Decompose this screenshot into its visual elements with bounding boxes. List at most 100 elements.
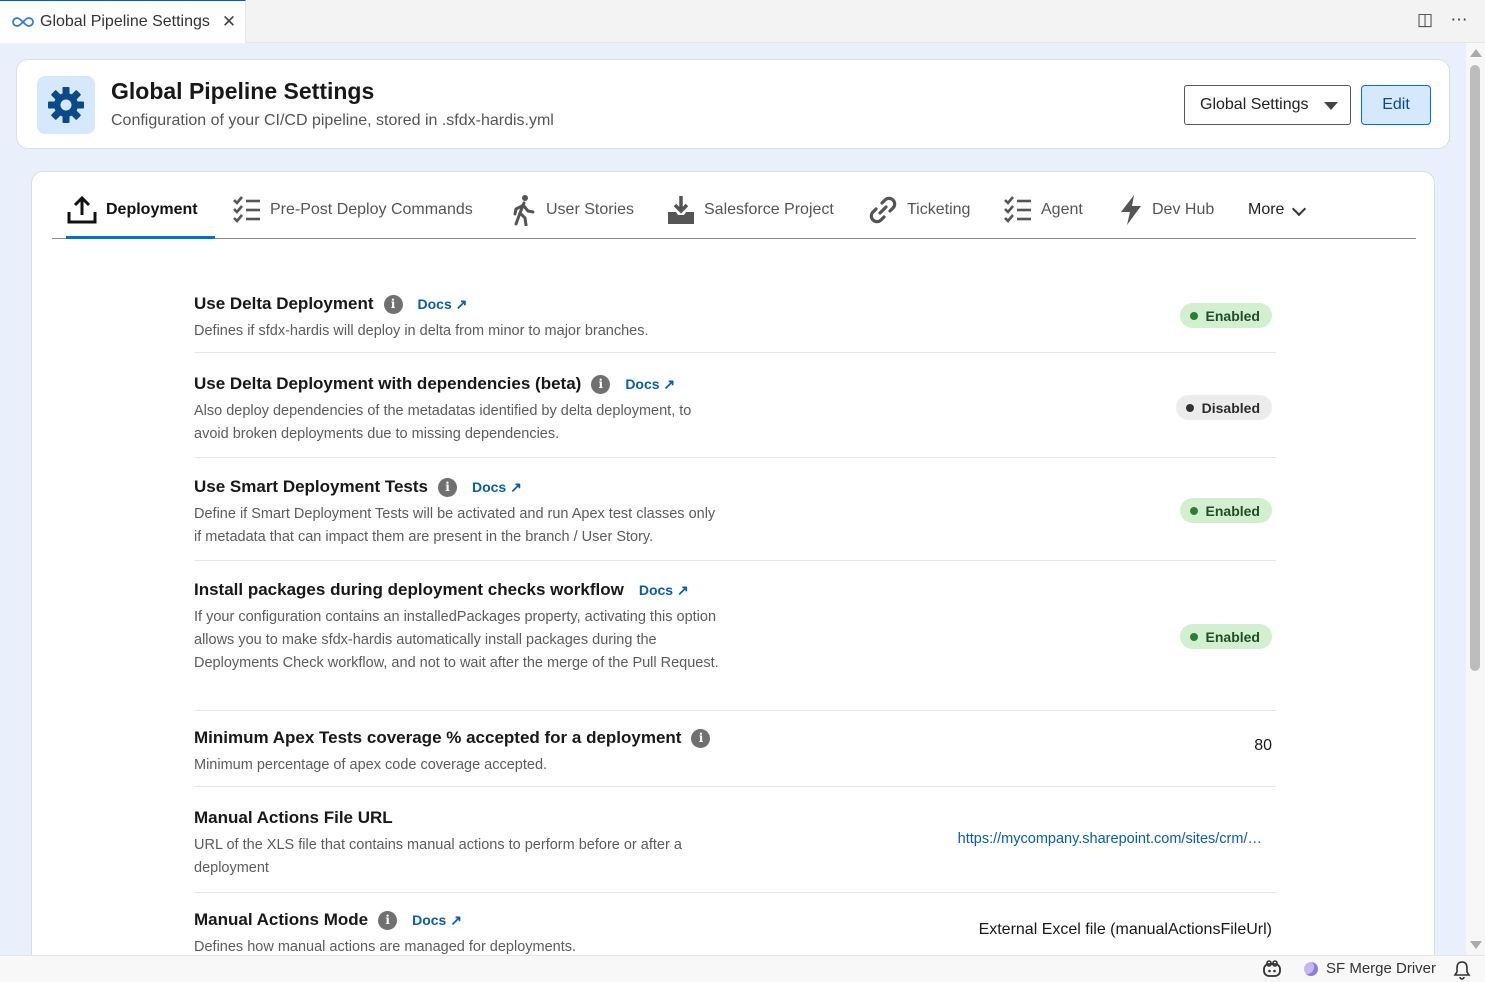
setting-description: Define if Smart Deployment Tests will be… <box>194 506 716 545</box>
status-badge: Enabled <box>1179 624 1272 649</box>
setting-description: Also deploy dependencies of the metadata… <box>194 403 692 442</box>
setting-title: Use Smart Deployment Tests <box>194 477 428 496</box>
editor-tab-global-pipeline-settings[interactable]: Global Pipeline Settings ✕ <box>0 0 246 43</box>
header-card: Global Pipeline Settings Configuration o… <box>16 59 1450 149</box>
status-label: Enabled <box>1205 628 1260 645</box>
setting-description: Defines how manual actions are managed f… <box>194 939 577 955</box>
status-bar: SF Merge Driver <box>0 955 1485 982</box>
tab-salesforce-project[interactable]: Salesforce Project <box>666 196 834 239</box>
tab-agent[interactable]: Agent <box>1003 196 1083 239</box>
setting-delta-dependencies: Use Delta Deployment with dependencies (… <box>194 373 1276 458</box>
tab-salesforce-project-label: Salesforce Project <box>704 201 834 218</box>
copilot-icon[interactable] <box>1262 960 1282 982</box>
tab-deployment-label: Deployment <box>106 201 198 218</box>
info-icon[interactable]: i <box>591 374 611 394</box>
setting-title: Manual Actions Mode <box>194 910 369 929</box>
checklist-icon <box>1004 196 1031 223</box>
settings-logo <box>37 76 95 134</box>
info-icon[interactable]: i <box>691 728 711 748</box>
setting-description: Defines if sfdx-hardis will deploy in de… <box>194 323 649 339</box>
status-badge: Disabled <box>1175 395 1272 420</box>
manual-actions-file-link[interactable]: https://mycompany.sharepoint.com/sites/c… <box>958 831 1262 847</box>
setting-title: Use Delta Deployment with dependencies (… <box>194 374 582 393</box>
setting-minimum-apex-coverage: Minimum Apex Tests coverage % accepted f… <box>194 727 1276 787</box>
setting-title: Use Delta Deployment <box>194 294 374 313</box>
status-badge: Enabled <box>1179 498 1272 523</box>
setting-title: Minimum Apex Tests coverage % accepted f… <box>194 728 682 747</box>
tab-ticketing[interactable]: Ticketing <box>867 196 971 239</box>
info-icon[interactable]: i <box>383 294 403 314</box>
docs-link[interactable]: Docs ↗ <box>418 296 468 313</box>
status-dot-icon <box>1185 403 1194 412</box>
moon-icon <box>1304 961 1318 976</box>
setting-description: URL of the XLS file that contains manual… <box>194 837 682 876</box>
docs-link[interactable]: Docs ↗ <box>625 376 675 393</box>
editor-tab-title: Global Pipeline Settings <box>40 13 210 30</box>
status-dot-icon <box>1189 311 1198 320</box>
scroll-thumb[interactable] <box>1470 65 1480 671</box>
page-title: Global Pipeline Settings <box>111 78 375 104</box>
more-actions-icon[interactable]: ⋯ <box>1449 10 1469 30</box>
edit-button[interactable]: Edit <box>1361 85 1431 125</box>
settings-scope-value: Global Settings <box>1200 96 1309 113</box>
bell-icon[interactable] <box>1453 960 1471 982</box>
tab-user-stories-label: User Stories <box>546 201 635 218</box>
upload-icon <box>67 195 97 224</box>
sf-merge-driver-label: SF Merge Driver <box>1326 960 1437 977</box>
dropdown-caret-icon <box>1324 102 1338 110</box>
tab-user-stories[interactable]: User Stories <box>508 195 635 239</box>
setting-manual-actions-mode: Manual Actions Mode i Docs ↗ Defines how… <box>194 909 1276 955</box>
tab-ticketing-label: Ticketing <box>907 201 971 218</box>
tab-pre-post-deploy-commands-label: Pre-Post Deploy Commands <box>270 201 473 218</box>
status-label: Enabled <box>1205 502 1260 519</box>
walking-person-icon <box>513 195 535 226</box>
gear-icon <box>48 87 84 123</box>
settings-card: Deployment Pre-Post Deploy Commands User… <box>31 171 1435 955</box>
settings-tab-nav: Deployment Pre-Post Deploy Commands User… <box>52 172 1416 239</box>
setting-manual-actions-file-url: Manual Actions File URL URL of the XLS f… <box>194 807 1276 893</box>
chevron-down-icon <box>1292 201 1307 217</box>
checklist-icon <box>233 196 260 223</box>
close-icon[interactable]: ✕ <box>222 12 236 32</box>
setting-title: Install packages during deployment check… <box>194 580 624 599</box>
tab-dev-hub-label: Dev Hub <box>1152 201 1215 218</box>
editor-actions: ◫ ⋯ <box>1415 10 1469 30</box>
setting-value: External Excel file (manualActionsFileUr… <box>978 921 1272 938</box>
editor-tab-strip: Global Pipeline Settings ✕ ◫ ⋯ <box>0 0 1485 43</box>
setting-use-delta-deployment: Use Delta Deployment i Docs ↗ Defines if… <box>194 293 1276 353</box>
info-icon[interactable]: i <box>378 910 398 930</box>
status-label: Enabled <box>1205 307 1260 324</box>
lightning-icon <box>1121 195 1141 225</box>
tab-dev-hub[interactable]: Dev Hub <box>1118 195 1215 239</box>
settings-scope-select[interactable]: Global Settings <box>1184 85 1351 125</box>
setting-smart-deployment-tests: Use Smart Deployment Tests i Docs ↗ Defi… <box>194 476 1276 561</box>
infinity-icon <box>12 17 34 27</box>
tab-deployment[interactable]: Deployment <box>66 195 215 239</box>
scroll-up-icon[interactable] <box>1470 49 1482 57</box>
tab-pre-post-deploy-commands[interactable]: Pre-Post Deploy Commands <box>232 196 473 239</box>
setting-install-packages: Install packages during deployment check… <box>194 579 1276 711</box>
setting-title: Manual Actions File URL <box>194 808 393 827</box>
status-dot-icon <box>1189 506 1198 515</box>
settings-page: Global Pipeline Settings Configuration o… <box>0 43 1466 955</box>
docs-link[interactable]: Docs ↗ <box>412 912 462 929</box>
docs-link[interactable]: Docs ↗ <box>639 582 689 599</box>
sf-merge-driver-status[interactable]: SF Merge Driver <box>1304 960 1436 977</box>
page-subtitle: Configuration of your CI/CD pipeline, st… <box>111 112 554 129</box>
tab-more[interactable]: More <box>1248 198 1307 239</box>
tab-agent-label: Agent <box>1041 201 1083 218</box>
scroll-down-icon[interactable] <box>1470 941 1482 949</box>
tab-more-label: More <box>1248 201 1285 218</box>
setting-description: If your configuration contains an instal… <box>194 609 719 671</box>
status-label: Disabled <box>1201 399 1260 416</box>
status-badge: Enabled <box>1179 303 1272 328</box>
split-editor-icon[interactable]: ◫ <box>1415 10 1435 30</box>
setting-description: Minimum percentage of apex code coverage… <box>194 757 548 773</box>
docs-link[interactable]: Docs ↗ <box>472 479 522 496</box>
vertical-scrollbar[interactable] <box>1466 43 1485 955</box>
setting-value: 80 <box>1254 737 1272 754</box>
status-dot-icon <box>1189 632 1198 641</box>
download-tray-icon <box>668 196 694 224</box>
link-icon <box>869 196 897 224</box>
info-icon[interactable]: i <box>437 477 457 497</box>
